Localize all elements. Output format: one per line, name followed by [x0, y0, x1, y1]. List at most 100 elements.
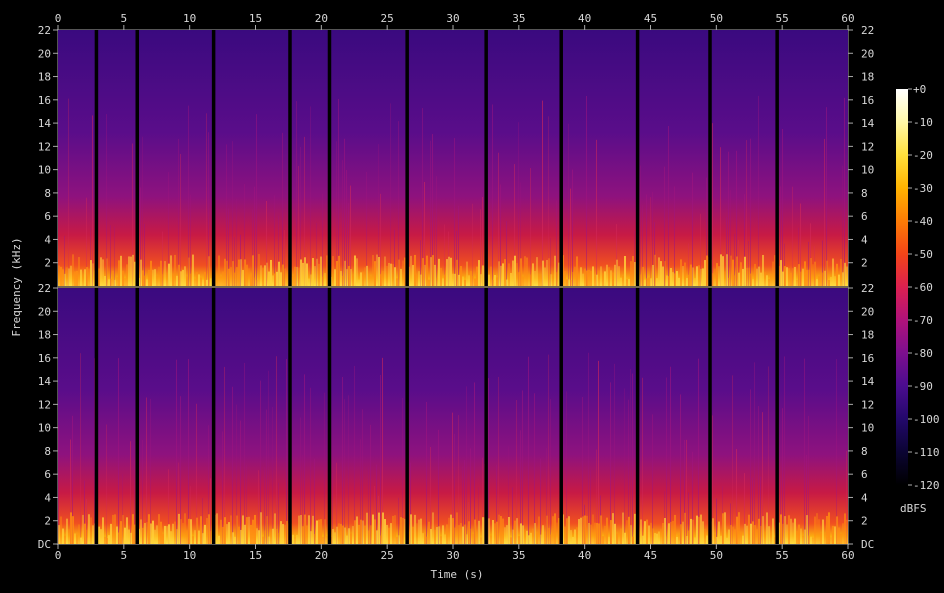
- low-band-energy: [294, 266, 296, 286]
- low-band-energy: [824, 270, 826, 286]
- low-band-energy: [436, 277, 438, 286]
- low-band-energy: [302, 526, 304, 544]
- low-band-energy: [632, 536, 634, 544]
- low-band-energy: [568, 279, 570, 286]
- low-band-energy: [304, 257, 306, 286]
- low-band-energy: [622, 512, 624, 544]
- low-band-energy: [146, 279, 148, 286]
- upper-y-label-left: 10: [38, 164, 51, 177]
- spectral-streak: [588, 352, 589, 544]
- low-band-energy: [414, 514, 416, 544]
- silent-gap: [94, 288, 99, 544]
- lower-y-label-left: 22: [38, 282, 51, 295]
- low-band-energy: [424, 264, 426, 286]
- low-band-energy: [552, 516, 554, 544]
- low-band-energy: [818, 519, 820, 544]
- low-band-energy: [310, 531, 312, 544]
- spectral-streak: [254, 186, 255, 286]
- low-band-energy: [754, 263, 756, 286]
- spectral-streak: [492, 104, 493, 286]
- lower-y-label-right: 6: [861, 468, 868, 481]
- low-band-energy: [144, 522, 146, 544]
- low-band-energy: [90, 517, 92, 544]
- low-band-energy: [108, 279, 110, 286]
- low-band-energy: [196, 271, 198, 286]
- low-band-energy: [340, 523, 342, 544]
- low-band-energy: [442, 525, 444, 544]
- low-band-energy: [730, 525, 732, 544]
- low-band-energy: [468, 275, 470, 286]
- low-band-energy: [464, 279, 466, 286]
- low-band-energy: [614, 264, 616, 286]
- low-band-energy: [130, 256, 132, 286]
- low-band-energy: [278, 261, 280, 286]
- low-band-energy: [232, 532, 234, 544]
- upper-y-label-left: 16: [38, 94, 51, 107]
- low-band-energy: [144, 275, 146, 286]
- low-band-energy: [84, 269, 86, 286]
- low-band-energy: [812, 537, 814, 544]
- low-band-energy: [490, 266, 492, 286]
- spectral-streak: [240, 420, 241, 544]
- low-band-energy: [556, 522, 558, 544]
- low-band-energy: [694, 278, 696, 286]
- spectral-streak: [190, 194, 191, 286]
- spectral-streak: [142, 136, 143, 286]
- low-band-energy: [274, 273, 276, 286]
- low-band-energy: [846, 266, 848, 286]
- low-band-energy: [276, 528, 278, 544]
- low-band-energy: [176, 529, 178, 544]
- spectral-streak: [614, 363, 615, 544]
- low-band-energy: [442, 278, 444, 286]
- low-band-energy: [380, 535, 382, 544]
- low-band-energy: [430, 529, 432, 544]
- low-band-energy: [770, 275, 772, 286]
- spectral-streak: [268, 370, 269, 544]
- low-band-energy: [642, 266, 644, 286]
- low-band-energy: [416, 523, 418, 544]
- low-band-energy: [664, 261, 666, 286]
- upper-y-label-left: 18: [38, 71, 51, 84]
- lower-y-label-left: 18: [38, 329, 51, 342]
- low-band-energy: [836, 516, 838, 544]
- low-band-energy: [726, 537, 728, 544]
- low-band-energy: [190, 273, 192, 286]
- spectral-streak: [680, 394, 681, 544]
- spectral-streak: [646, 194, 647, 286]
- low-band-energy: [676, 271, 678, 286]
- low-band-energy: [524, 529, 526, 544]
- low-band-energy: [92, 263, 94, 286]
- low-band-energy: [624, 256, 626, 286]
- low-band-energy: [498, 261, 500, 286]
- low-band-energy: [474, 278, 476, 286]
- low-band-energy: [844, 513, 846, 544]
- low-band-energy: [564, 526, 566, 544]
- low-band-energy: [600, 266, 602, 286]
- low-band-energy: [308, 515, 310, 544]
- low-band-energy: [64, 535, 66, 544]
- low-band-energy: [68, 268, 70, 286]
- low-band-energy: [440, 267, 442, 286]
- low-band-energy: [642, 535, 644, 544]
- low-band-energy: [840, 533, 842, 544]
- low-band-energy: [450, 257, 452, 286]
- silent-gap: [405, 288, 409, 544]
- low-band-energy: [148, 514, 150, 544]
- spectral-streak: [274, 195, 275, 286]
- low-band-energy: [528, 535, 530, 544]
- spectral-streak: [732, 375, 733, 544]
- low-band-energy: [802, 268, 804, 286]
- low-band-energy: [688, 530, 690, 544]
- low-band-energy: [460, 523, 462, 544]
- low-band-energy: [154, 269, 156, 286]
- low-band-energy: [396, 536, 398, 544]
- spectral-streak: [114, 226, 115, 286]
- low-band-energy: [794, 266, 796, 286]
- low-band-energy: [264, 265, 266, 286]
- low-band-energy: [78, 524, 80, 544]
- low-band-energy: [794, 518, 796, 544]
- low-band-energy: [114, 514, 116, 544]
- low-band-energy: [268, 536, 270, 544]
- low-band-energy: [204, 524, 206, 544]
- low-band-energy: [192, 536, 194, 544]
